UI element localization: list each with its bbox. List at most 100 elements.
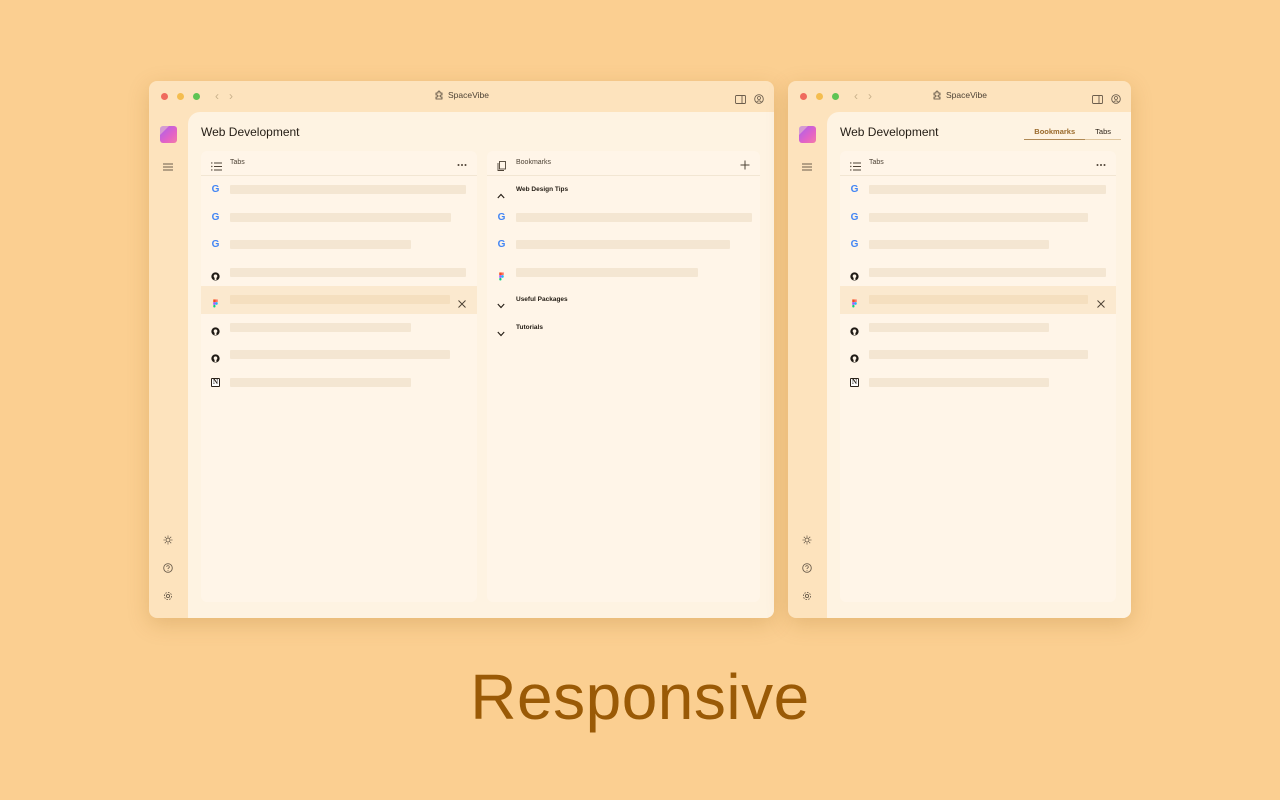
chevron-down-icon[interactable] (497, 324, 505, 342)
bookmark-title-placeholder (516, 267, 698, 277)
main-content: Web Development Bookmarks Tabs Tabs G G … (827, 112, 1131, 618)
help-icon[interactable] (802, 560, 812, 578)
chevron-up-icon[interactable] (497, 186, 505, 204)
workspace-title: Web Development (201, 125, 300, 139)
sun-icon[interactable] (802, 532, 812, 550)
bookmark-group[interactable]: Web Design Tips (487, 176, 760, 204)
app-window-wide: ‹ › SpaceVibe Web Development Tabs G G G… (149, 81, 774, 618)
tab-row[interactable]: G (201, 176, 477, 204)
bookmark-title-placeholder (516, 212, 752, 222)
bookmark-group[interactable]: Useful Packages (487, 286, 760, 314)
tab-list: G G G N (840, 176, 1116, 396)
notion-icon: N (850, 377, 859, 387)
bookmark-list: Web Design Tips G G Useful Packages Tuto… (487, 176, 760, 341)
menu-icon[interactable] (802, 158, 812, 176)
tab-row[interactable]: G (201, 231, 477, 259)
caption-heading: Responsive (470, 661, 810, 733)
menu-icon[interactable] (163, 158, 173, 176)
tab-title-placeholder (869, 295, 1088, 304)
sidebar-bottom-actions (802, 532, 812, 606)
github-icon (850, 268, 859, 281)
tab-title-placeholder (230, 350, 450, 359)
sidebar-toggle-icon[interactable] (1092, 91, 1103, 109)
github-icon (850, 323, 859, 336)
github-icon (211, 323, 220, 336)
tab-row[interactable] (840, 341, 1116, 369)
workspace-title: Web Development (840, 125, 939, 139)
tab-row[interactable]: G (840, 204, 1116, 232)
help-icon[interactable] (163, 560, 173, 578)
account-icon[interactable] (754, 91, 764, 109)
sidebar-bottom-actions (163, 532, 173, 606)
app-title: SpaceVibe (149, 90, 774, 100)
tab-row[interactable]: G (840, 231, 1116, 259)
github-icon (211, 350, 220, 363)
bookmark-row[interactable] (487, 259, 760, 287)
chevron-down-icon[interactable] (497, 296, 505, 314)
app-logo[interactable] (799, 126, 816, 143)
sidebar-toggle-icon[interactable] (735, 91, 746, 109)
tab-row[interactable] (201, 341, 477, 369)
bookmark-title-placeholder (516, 240, 730, 249)
bookmark-group-title: Tutorials (516, 323, 543, 331)
tabs-panel-header: Tabs (840, 151, 1116, 176)
bookmarks-panel-title: Bookmarks (516, 159, 552, 166)
tab-title-placeholder (869, 377, 1049, 387)
notion-icon: N (211, 377, 220, 387)
puzzle-icon (933, 90, 941, 100)
github-icon (850, 350, 859, 363)
puzzle-icon (435, 90, 443, 100)
tab-row[interactable] (840, 259, 1116, 287)
tab-row-active[interactable] (840, 286, 1116, 314)
tab-row[interactable] (201, 314, 477, 342)
tab-title-placeholder (230, 185, 466, 194)
github-icon (211, 268, 220, 281)
tab-row[interactable]: N (201, 369, 477, 397)
tab-row[interactable]: G (201, 204, 477, 232)
bookmark-group-title: Web Design Tips (516, 186, 569, 193)
title-actions (735, 91, 764, 109)
app-title: SpaceVibe (788, 90, 1131, 100)
view-switcher: Bookmarks Tabs (1024, 127, 1121, 140)
plus-icon[interactable] (740, 157, 750, 175)
tab-list: G G G N (201, 176, 477, 396)
bookmark-row[interactable]: G (487, 204, 760, 232)
close-icon[interactable] (1097, 295, 1105, 313)
close-icon[interactable] (458, 295, 466, 313)
tab-row-active[interactable] (201, 286, 477, 314)
settings-icon[interactable] (802, 588, 812, 606)
tab-title-placeholder (230, 295, 450, 304)
sun-icon[interactable] (163, 532, 173, 550)
tab-title-placeholder (869, 185, 1106, 194)
tab-row[interactable] (840, 314, 1116, 342)
tab-tabs[interactable]: Tabs (1085, 127, 1121, 140)
more-horizontal-icon[interactable] (457, 157, 467, 175)
app-name: SpaceVibe (946, 90, 987, 100)
more-horizontal-icon[interactable] (1096, 157, 1106, 175)
google-icon: G (850, 211, 859, 223)
figma-icon (850, 295, 859, 308)
sidebar-rail (788, 112, 827, 618)
title-bar: ‹ › SpaceVibe (788, 81, 1131, 112)
title-actions (1092, 91, 1121, 109)
list-icon (211, 158, 222, 176)
tab-row[interactable]: G (840, 176, 1116, 204)
bookmark-group-title: Useful Packages (516, 296, 568, 303)
account-icon[interactable] (1111, 91, 1121, 109)
bookmark-group[interactable]: Tutorials (487, 314, 760, 342)
tab-title-placeholder (869, 267, 1106, 277)
tab-title-placeholder (230, 377, 411, 387)
bookmark-row[interactable]: G (487, 231, 760, 259)
bookmarks-panel-header: Bookmarks (487, 151, 760, 176)
settings-icon[interactable] (163, 588, 173, 606)
tabs-panel-title: Tabs (230, 159, 245, 166)
figma-icon (211, 295, 220, 308)
tab-row[interactable] (201, 259, 477, 287)
title-bar: ‹ › SpaceVibe (149, 81, 774, 112)
bookmarks-panel: Bookmarks Web Design Tips G G Useful Pac… (487, 151, 760, 602)
tab-row[interactable]: N (840, 369, 1116, 397)
main-content: Web Development Tabs G G G N Bookmarks W… (188, 112, 774, 618)
tab-bookmarks[interactable]: Bookmarks (1024, 127, 1086, 140)
app-logo[interactable] (160, 126, 177, 143)
figma-icon (497, 268, 506, 281)
